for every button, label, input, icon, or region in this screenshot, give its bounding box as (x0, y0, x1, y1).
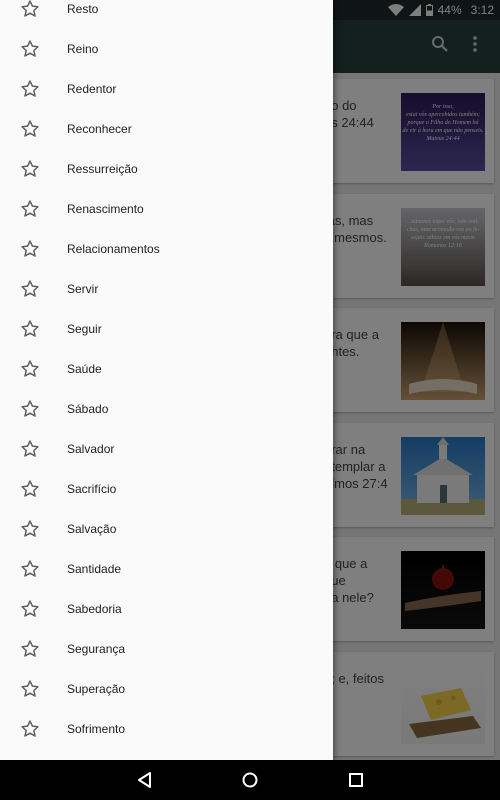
star-icon[interactable] (20, 679, 40, 699)
star-icon[interactable] (20, 319, 40, 339)
star-icon[interactable] (20, 439, 40, 459)
star-icon[interactable] (20, 639, 40, 659)
drawer-item-label: Salvador (67, 442, 115, 456)
drawer-item[interactable]: Relacionamentos (0, 229, 333, 269)
drawer-item[interactable]: Santidade (0, 549, 333, 589)
system-nav-bar (0, 760, 500, 800)
drawer-item[interactable]: Redentor (0, 69, 333, 109)
drawer-item[interactable]: Sacrifício (0, 469, 333, 509)
drawer-item[interactable]: Reconhecer (0, 109, 333, 149)
drawer-item[interactable]: Segurança (0, 629, 333, 669)
drawer-item-label: Segurança (67, 642, 126, 656)
drawer-item-label: Reino (67, 42, 99, 56)
drawer-item-label: Salvação (67, 522, 117, 536)
star-icon[interactable] (20, 159, 40, 179)
star-icon[interactable] (20, 399, 40, 419)
star-icon[interactable] (20, 519, 40, 539)
drawer-item-label: Relacionamentos (67, 242, 160, 256)
recents-icon[interactable] (346, 770, 366, 790)
star-icon[interactable] (20, 279, 40, 299)
drawer-item[interactable]: Salvador (0, 429, 333, 469)
drawer-item[interactable]: Sabedoria (0, 589, 333, 629)
drawer-item[interactable]: Superação (0, 669, 333, 709)
drawer-item[interactable]: Sábado (0, 389, 333, 429)
star-icon[interactable] (20, 39, 40, 59)
drawer-item-label: Santidade (67, 562, 122, 576)
drawer-item[interactable]: Servir (0, 269, 333, 309)
star-icon[interactable] (20, 79, 40, 99)
drawer-item[interactable]: Saúde (0, 349, 333, 389)
drawer-item-label: Ressurreição (67, 162, 138, 176)
drawer-item[interactable]: Reino (0, 29, 333, 69)
drawer-item[interactable]: Renascimento (0, 189, 333, 229)
back-icon[interactable] (135, 770, 155, 790)
drawer-item-label: Sabedoria (67, 602, 122, 616)
drawer-item-label: Renascimento (67, 202, 144, 216)
star-icon[interactable] (20, 0, 40, 19)
star-icon[interactable] (20, 599, 40, 619)
home-icon[interactable] (240, 770, 260, 790)
drawer-item[interactable]: Ressurreição (0, 149, 333, 189)
drawer-item[interactable]: Sofrimento (0, 709, 333, 749)
star-icon[interactable] (20, 719, 40, 739)
drawer-item-label: Sacrifício (67, 482, 117, 496)
star-icon[interactable] (20, 559, 40, 579)
drawer-item[interactable]: Salvação (0, 509, 333, 549)
drawer-item-label: Sábado (67, 402, 109, 416)
drawer-item[interactable]: Seguir (0, 309, 333, 349)
drawer-item-label: Sofrimento (67, 722, 126, 736)
star-icon[interactable] (20, 119, 40, 139)
drawer-item-label: Redentor (67, 82, 117, 96)
drawer-item-label: Reconhecer (67, 122, 132, 136)
drawer-item[interactable]: Resto (0, 0, 333, 29)
drawer-item-label: Seguir (67, 322, 102, 336)
drawer-item-label: Superação (67, 682, 126, 696)
star-icon[interactable] (20, 479, 40, 499)
navigation-drawer: Resto Reino Redentor Reconhecer Ressurreição… (0, 0, 333, 760)
star-icon[interactable] (20, 199, 40, 219)
drawer-item-label: Saúde (67, 362, 102, 376)
star-icon[interactable] (20, 239, 40, 259)
drawer-item-label: Resto (67, 2, 99, 16)
star-icon[interactable] (20, 359, 40, 379)
drawer-item-label: Servir (67, 282, 99, 296)
